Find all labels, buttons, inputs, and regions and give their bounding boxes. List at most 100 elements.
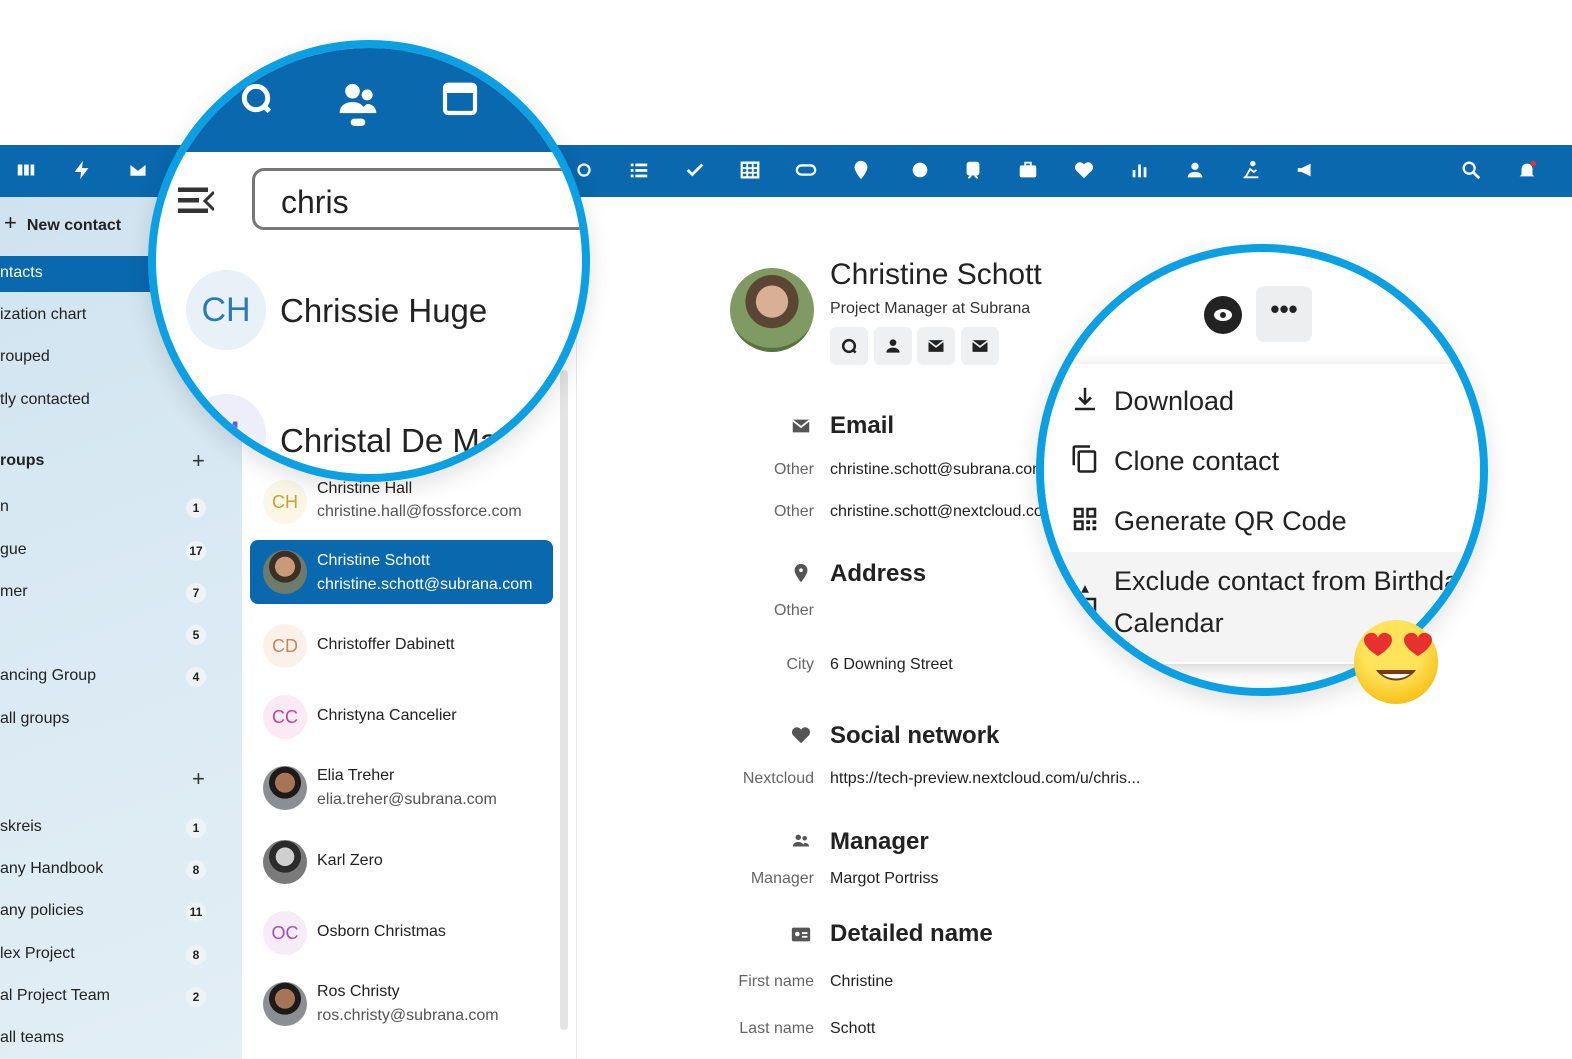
heart-handshake-icon[interactable] [1072, 159, 1096, 183]
team-item[interactable]: skreis [0, 818, 42, 836]
heart-icon [790, 724, 814, 748]
menu-item-clone-contact[interactable]: Clone contact [1114, 446, 1279, 477]
contact-detail-name[interactable]: Christine Schott [830, 258, 1042, 292]
train-icon[interactable] [961, 159, 985, 183]
field-label[interactable]: Other [706, 461, 814, 479]
contact-list-item-selected[interactable]: Christine Schott christine.schott@subran… [250, 540, 553, 604]
more-actions-button[interactable]: ••• [1256, 286, 1312, 342]
cake-icon [1070, 584, 1102, 616]
contact-avatar [263, 982, 307, 1026]
ocs-icon[interactable] [794, 159, 818, 183]
group-count-badge: 17 [186, 541, 206, 561]
team-count-badge: 11 [186, 902, 206, 922]
contact-avatar [263, 840, 307, 884]
field-label[interactable]: Other [706, 602, 814, 620]
contact-list-item[interactable]: Ros Christy ros.christy@subrana.com [250, 972, 553, 1036]
contact-avatar [263, 766, 307, 810]
team-count-badge: 8 [186, 945, 206, 965]
mail-icon[interactable] [126, 159, 150, 183]
email-section-icon [790, 415, 814, 439]
contact-list-item[interactable]: CC Christyna Cancelier [250, 685, 553, 749]
contacts-icon [339, 83, 377, 126]
heart-eyes-emoji [1354, 620, 1438, 704]
menu-collapse-icon[interactable] [178, 186, 214, 216]
field-label[interactable]: Nextcloud [706, 770, 814, 788]
group-count-badge: 4 [186, 667, 206, 687]
contact-avatar: OC [263, 911, 307, 955]
nav-item-not-grouped[interactable]: rouped [0, 348, 50, 366]
briefcase-icon[interactable] [1016, 159, 1040, 183]
contact-list-item[interactable]: Karl Zero [250, 830, 553, 894]
section-title-social: Social network [830, 722, 1000, 749]
eye-icon[interactable] [1204, 296, 1242, 334]
contact-name[interactable]: Christal De Maria [280, 422, 535, 460]
contact-search-input[interactable]: chris [252, 168, 582, 230]
nav-item-organization-chart[interactable]: ization chart [0, 306, 86, 324]
contact-name: Christyna Cancelier [317, 707, 457, 724]
menu-item-download[interactable]: Download [1114, 386, 1234, 417]
contact-list-item[interactable]: Elia Treher elia.treher@subrana.com [250, 756, 553, 820]
group-item[interactable]: n [0, 498, 9, 516]
contacts-person-icon[interactable] [1183, 159, 1207, 183]
contact-name: Elia Treher [317, 767, 395, 784]
talk-icon [241, 83, 272, 114]
nav-item-all-contacts[interactable]: ntacts [0, 264, 43, 282]
group-item[interactable]: ancing Group [0, 667, 96, 685]
email-button-2[interactable] [961, 327, 999, 365]
team-item[interactable]: lex Project [0, 945, 75, 963]
section-title-email: Email [830, 412, 895, 439]
contact-photo[interactable] [730, 268, 814, 352]
field-value[interactable]: christine.schott@subrana.com [830, 461, 1045, 479]
field-value[interactable]: 6 Downing Street [830, 656, 953, 674]
maps-pin-icon[interactable] [849, 159, 873, 183]
field-value[interactable]: Schott [830, 1020, 875, 1038]
add-team-button[interactable]: + [192, 766, 205, 792]
analytics-icon[interactable] [1128, 159, 1152, 183]
activity-icon[interactable] [70, 159, 94, 183]
team-item[interactable]: any Handbook [0, 860, 103, 878]
field-value[interactable]: Margot Portriss [830, 870, 938, 888]
contact-list-item[interactable]: OC Osborn Christmas [250, 901, 553, 965]
search-icon[interactable] [1459, 159, 1483, 183]
list-scrollbar[interactable] [560, 370, 568, 1030]
contact-detail-title: Project Manager at Subrana [830, 300, 1031, 317]
group-item[interactable]: mer [0, 583, 28, 601]
field-label[interactable]: Other [706, 503, 814, 521]
menu-item-exclude-birthday[interactable]: Exclude contact from Birthday [1114, 566, 1473, 597]
activity-person-icon[interactable] [1239, 159, 1263, 183]
contact-name[interactable]: Chrissie Huge [280, 292, 487, 330]
team-count-badge: 2 [186, 987, 206, 1007]
list-icon[interactable] [627, 159, 651, 183]
announcement-icon[interactable] [1294, 159, 1318, 183]
team-count-badge: 1 [186, 818, 206, 838]
manager-group-icon [790, 830, 814, 854]
group-count-badge: 7 [186, 583, 206, 603]
team-item[interactable]: al Project Team [0, 987, 110, 1005]
field-label: City [786, 656, 814, 673]
talk-button[interactable] [830, 327, 868, 365]
menu-item-generate-qr[interactable]: Generate QR Code [1114, 506, 1347, 537]
field-value[interactable]: https://tech-preview.nextcloud.com/u/chr… [830, 770, 1140, 788]
new-contact-button[interactable]: + New contact [4, 210, 121, 236]
field-label: Last name [739, 1020, 814, 1037]
group-item[interactable]: gue [0, 541, 27, 559]
show-all-groups-link[interactable]: all groups [0, 710, 69, 728]
menu-item-exclude-birthday-line2[interactable]: Calendar [1114, 608, 1224, 639]
photos-icon[interactable] [908, 159, 932, 183]
show-all-teams-link[interactable]: all teams [0, 1029, 64, 1047]
profile-button[interactable] [874, 327, 912, 365]
contact-name: Christoffer Dabinett [317, 636, 455, 653]
contact-avatar: CH [263, 480, 307, 524]
team-item[interactable]: any policies [0, 902, 84, 920]
qr-code-icon [1070, 504, 1102, 536]
nav-item-recently-contacted[interactable]: tly contacted [0, 391, 90, 409]
dashboard-icon[interactable] [14, 159, 38, 183]
notifications-bell-icon[interactable] [1515, 159, 1539, 183]
contact-list-item[interactable]: CD Christoffer Dabinett [250, 614, 553, 678]
field-value[interactable]: christine.schott@nextcloud.com [830, 503, 1056, 521]
contact-avatar: CH [186, 270, 266, 350]
field-value[interactable]: Christine [830, 973, 893, 991]
tables-icon[interactable] [738, 159, 762, 183]
email-button[interactable] [917, 327, 955, 365]
tasks-check-icon[interactable] [683, 159, 707, 183]
